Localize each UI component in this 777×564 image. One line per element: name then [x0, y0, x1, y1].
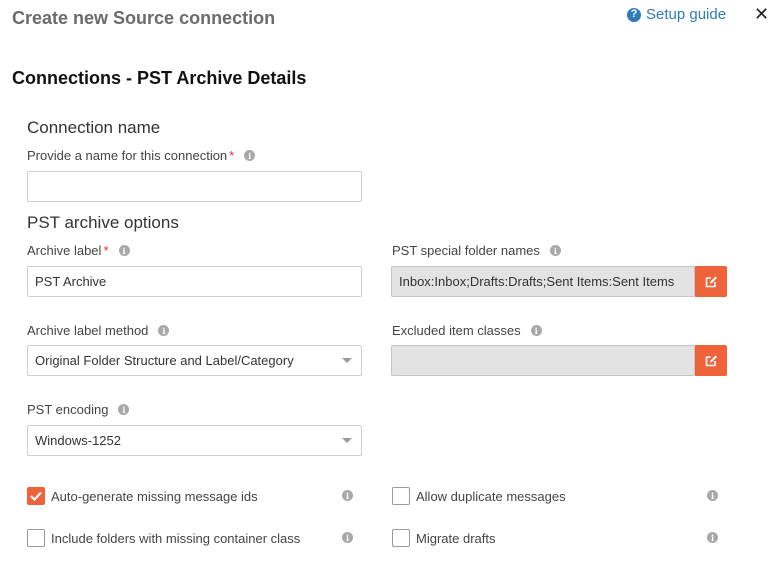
edit-special-folders-button[interactable] — [695, 266, 727, 297]
migrate-drafts-option[interactable]: Migrate drafts — [392, 529, 495, 547]
special-folders-input: Inbox:Inbox;Drafts:Drafts;Sent Items:Sen… — [391, 266, 695, 297]
encoding-label: PST encoding i — [27, 402, 130, 417]
excluded-classes-label: Excluded item classes i — [392, 323, 542, 338]
close-icon[interactable]: ✕ — [754, 5, 769, 23]
help-circle-icon: ? — [627, 7, 641, 22]
chevron-down-icon — [342, 438, 352, 443]
archive-label-label-text: Archive label — [27, 243, 102, 258]
connection-name-input[interactable] — [27, 171, 362, 202]
auto-generate-ids-label: Auto-generate missing message ids — [51, 488, 258, 504]
label-method-select[interactable]: Original Folder Structure and Label/Cate… — [27, 345, 362, 376]
excluded-classes-input — [391, 345, 695, 376]
required-mark: * — [103, 243, 109, 258]
section-title: Connections - PST Archive Details — [12, 68, 307, 88]
migrate-drafts-checkbox[interactable] — [392, 529, 410, 547]
connection-name-heading: Connection name — [27, 118, 161, 137]
edit-icon — [705, 355, 717, 367]
label-method-selected: Original Folder Structure and Label/Cate… — [35, 353, 294, 368]
pst-options-heading: PST archive options — [27, 213, 179, 232]
edit-icon — [705, 276, 717, 288]
migrate-drafts-label: Migrate drafts — [416, 530, 496, 546]
info-icon[interactable]: i — [707, 532, 718, 543]
setup-guide-link[interactable]: ? Setup guide — [627, 6, 726, 23]
label-method-label: Archive label method i — [27, 323, 170, 338]
include-folders-option[interactable]: Include folders with missing container c… — [27, 529, 300, 547]
archive-label-input[interactable]: PST Archive — [27, 266, 362, 297]
include-folders-checkbox[interactable] — [27, 529, 45, 547]
info-icon[interactable]: i — [244, 150, 256, 161]
info-icon[interactable]: i — [118, 245, 130, 256]
info-icon[interactable]: i — [342, 490, 353, 501]
connection-name-label: Provide a name for this connection * i — [27, 148, 256, 163]
encoding-label-text: PST encoding — [27, 402, 109, 417]
chevron-down-icon — [342, 358, 352, 363]
checkmark-icon — [30, 491, 42, 501]
auto-generate-ids-option[interactable]: Auto-generate missing message ids — [27, 487, 258, 505]
info-icon[interactable]: i — [342, 532, 353, 543]
allow-duplicates-label: Allow duplicate messages — [416, 488, 566, 504]
encoding-select[interactable]: Windows-1252 — [27, 425, 362, 456]
connection-name-label-text: Provide a name for this connection — [27, 148, 228, 163]
auto-generate-ids-checkbox[interactable] — [27, 487, 45, 505]
info-icon[interactable]: i — [707, 490, 718, 501]
info-icon[interactable]: i — [549, 245, 561, 256]
info-icon[interactable]: i — [118, 404, 130, 415]
edit-excluded-classes-button[interactable] — [695, 345, 727, 376]
excluded-classes-label-text: Excluded item classes — [392, 323, 521, 338]
include-folders-label: Include folders with missing container c… — [51, 530, 301, 546]
special-folders-label-text: PST special folder names — [392, 243, 540, 258]
encoding-selected: Windows-1252 — [35, 433, 121, 448]
info-icon[interactable]: i — [158, 325, 170, 336]
allow-duplicates-checkbox[interactable] — [392, 487, 410, 505]
info-icon[interactable]: i — [530, 325, 542, 336]
special-folders-label: PST special folder names i — [392, 243, 561, 258]
setup-guide-label: Setup guide — [646, 6, 727, 23]
label-method-label-text: Archive label method — [27, 323, 149, 338]
dialog-title: Create new Source connection — [12, 8, 276, 28]
allow-duplicates-option[interactable]: Allow duplicate messages — [392, 487, 566, 505]
archive-label-label: Archive label * i — [27, 243, 130, 258]
required-mark: * — [229, 148, 235, 163]
